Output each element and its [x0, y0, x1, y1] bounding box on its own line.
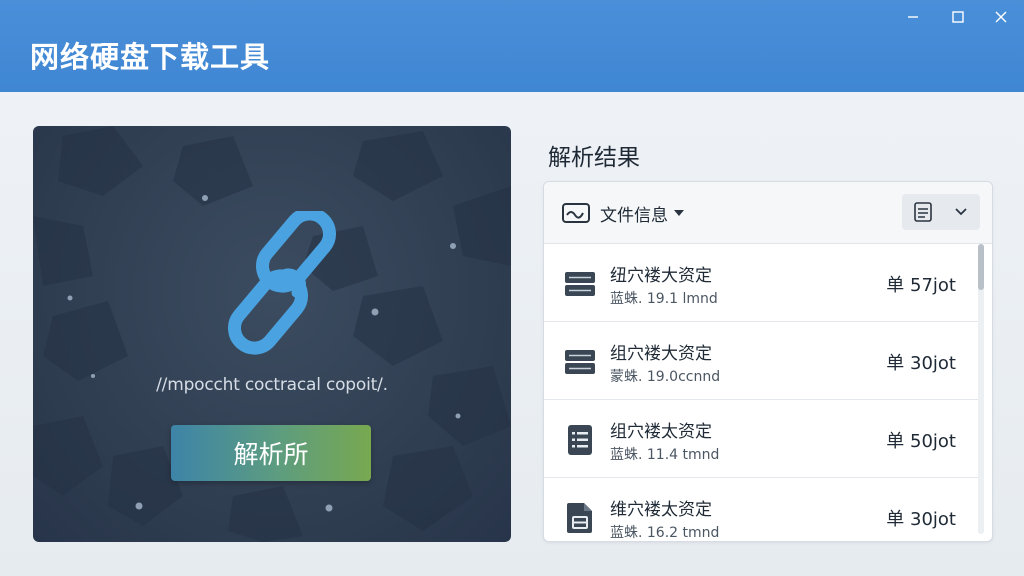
link-icon	[228, 211, 336, 355]
list-item[interactable]: 维穴褛太资定 蓝蛛. 16.2 tmnd 单 30jot	[544, 478, 980, 541]
file-name: 纽穴褛大资定	[610, 266, 712, 286]
file-name: 组穴褛太资定	[610, 422, 712, 442]
caret-down-icon	[674, 210, 684, 216]
results-header: 文件信息	[544, 182, 992, 244]
server-icon	[565, 272, 595, 296]
title-bar: 网络硬盘下载工具	[0, 0, 1024, 92]
export-button[interactable]	[904, 194, 942, 230]
results-scrollbar[interactable]	[975, 244, 987, 534]
list-document-icon	[568, 425, 592, 455]
file-name: 组穴褛大资定	[610, 344, 712, 364]
file-meta: 蒙蛛. 19.0ccnnd	[610, 369, 721, 385]
tools-menu-button[interactable]	[942, 194, 980, 230]
maximize-icon	[952, 11, 964, 23]
file-size: 单 57jot	[886, 275, 956, 296]
parse-button[interactable]: 解析所	[171, 425, 371, 481]
minimize-button[interactable]	[893, 4, 933, 30]
results-card: 文件信息 纽穴褛大资定 蓝蛛. 19.1 lmnd 单 57jot 组穴褛大资定…	[543, 181, 993, 542]
list-item[interactable]: 组穴褛大资定 蒙蛛. 19.0ccnnd 单 30jot	[544, 322, 980, 400]
list-item[interactable]: 纽穴褛大资定 蓝蛛. 19.1 lmnd 单 57jot	[544, 244, 980, 322]
file-size: 单 50jot	[886, 431, 956, 452]
file-size: 单 30jot	[886, 353, 956, 374]
file-size: 单 30jot	[886, 509, 956, 530]
file-meta: 蓝蛛. 19.1 lmnd	[610, 291, 718, 307]
document-icon	[914, 202, 932, 222]
tools-group	[902, 194, 980, 230]
minimize-icon	[908, 16, 918, 18]
close-button[interactable]	[981, 4, 1021, 30]
close-icon	[995, 11, 1007, 23]
results-list: 纽穴褛大资定 蓝蛛. 19.1 lmnd 单 57jot 组穴褛大资定 蒙蛛. …	[544, 244, 980, 541]
list-item[interactable]: 组穴褛太资定 蓝蛛. 11.4 tmnd 单 50jot	[544, 400, 980, 478]
maximize-button[interactable]	[938, 4, 978, 30]
app-title: 网络硬盘下载工具	[30, 40, 271, 74]
chevron-down-icon	[955, 208, 967, 216]
scrollbar-thumb[interactable]	[978, 244, 984, 290]
server-icon	[565, 350, 595, 374]
link-input-panel: //mpoccht coctracal copoit/. 解析所	[33, 126, 511, 542]
waveform-icon	[562, 203, 590, 223]
file-icon	[567, 503, 592, 533]
link-url-text: //mpoccht coctracal copoit/.	[156, 375, 388, 395]
file-meta: 蓝蛛. 16.2 tmnd	[610, 525, 720, 541]
file-info-label: 文件信息	[600, 205, 668, 226]
results-title: 解析结果	[548, 145, 640, 171]
file-meta: 蓝蛛. 11.4 tmnd	[610, 447, 720, 463]
file-name: 维穴褛太资定	[610, 500, 712, 520]
file-info-dropdown[interactable]: 文件信息	[562, 200, 684, 226]
